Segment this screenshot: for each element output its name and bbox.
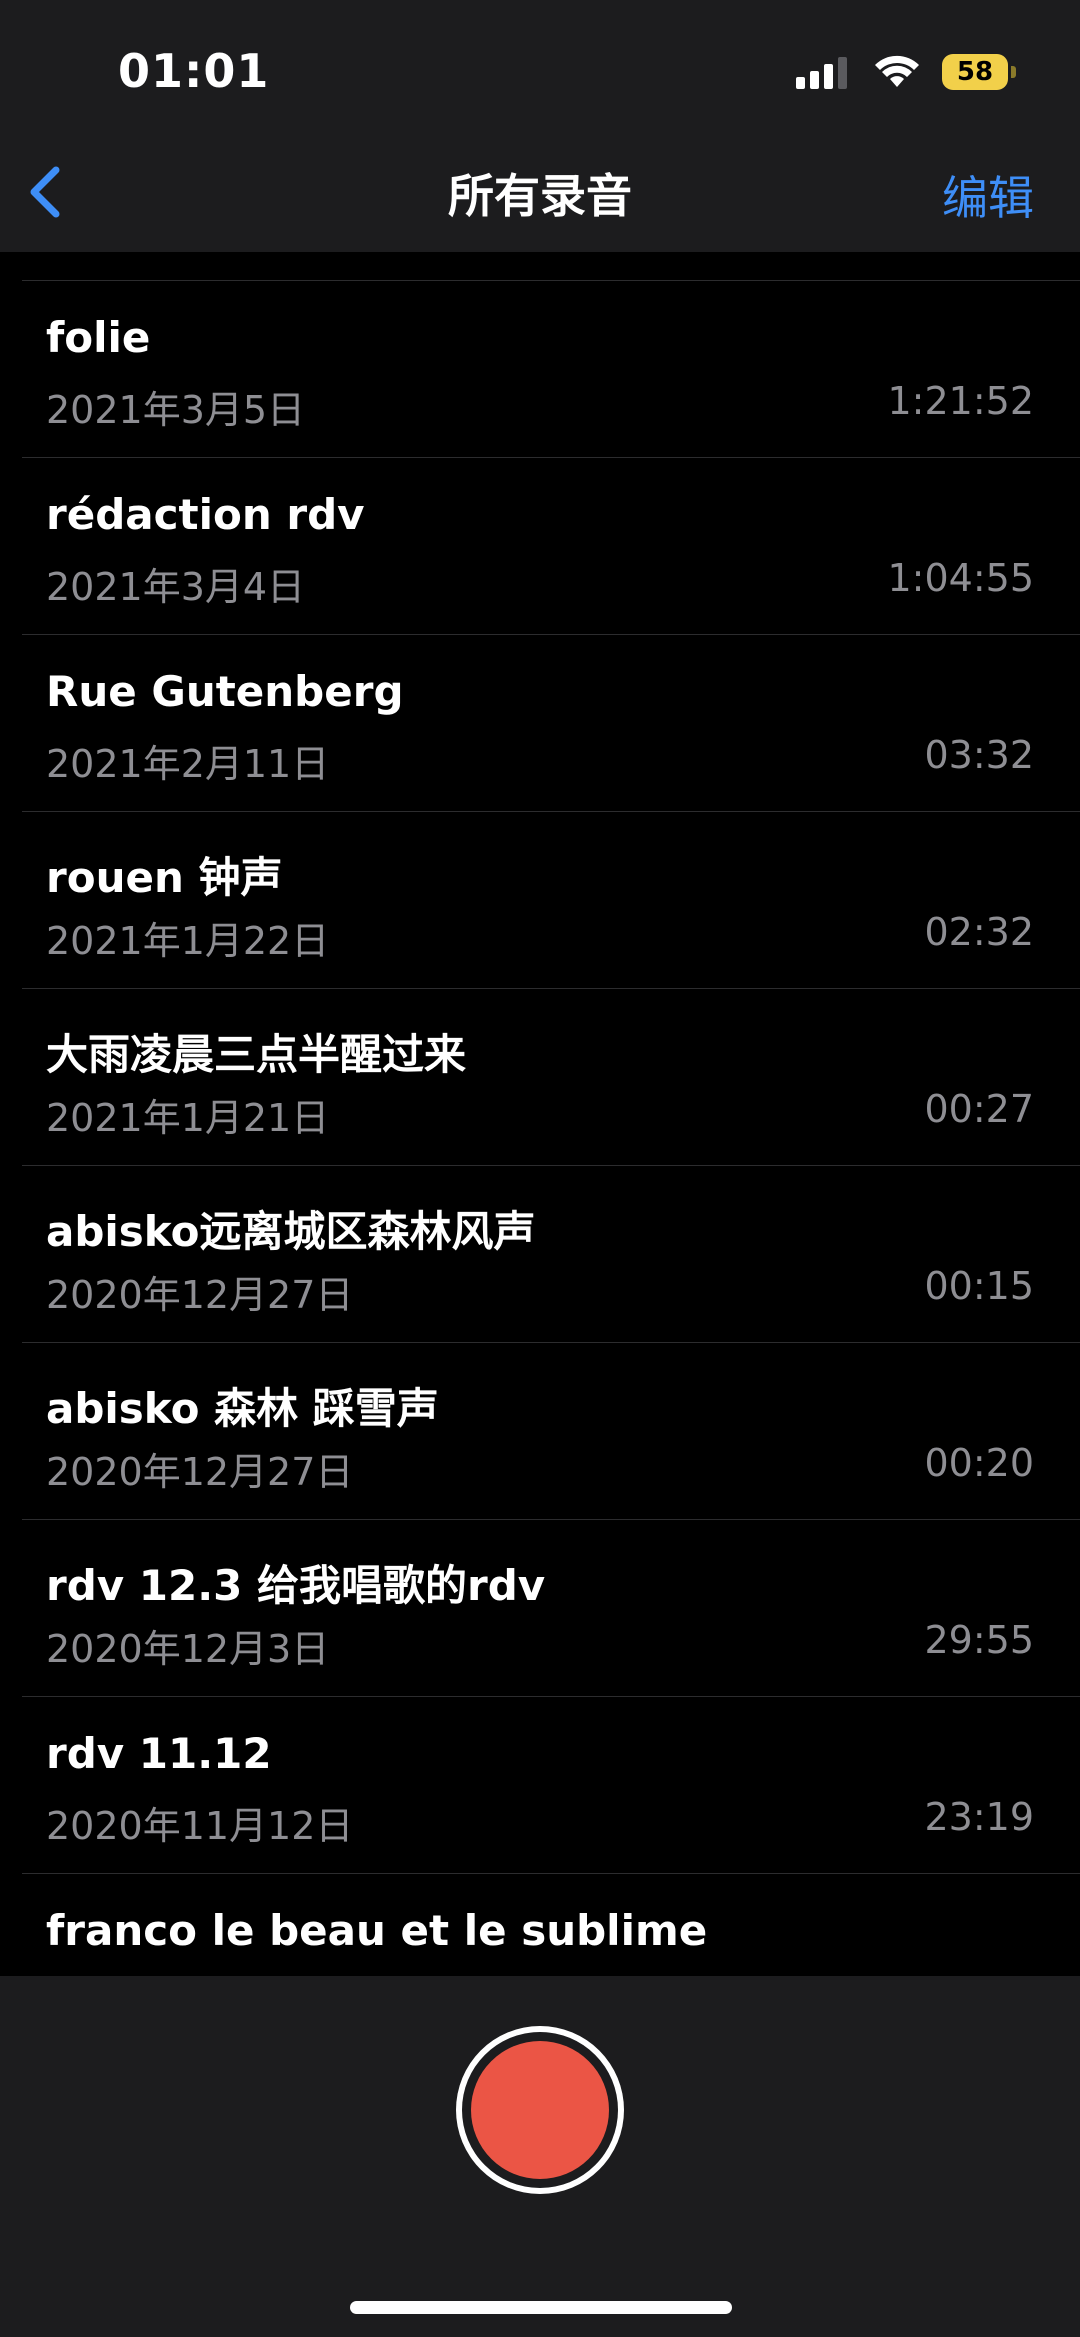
- wifi-icon: [875, 55, 919, 87]
- recording-duration: 1:21:52: [887, 379, 1035, 423]
- status-icons: 58: [796, 50, 1016, 94]
- recording-date: 2020年12月27日: [46, 1450, 354, 1494]
- recording-row[interactable]: abisko 森林 踩雪声 2020年12月27日 00:20: [22, 1343, 1080, 1520]
- recordings-list[interactable]: folie 2021年3月5日 1:21:52 rédaction rdv 20…: [0, 252, 1080, 1976]
- recording-date: 2021年3月4日: [46, 565, 306, 609]
- recording-row[interactable]: 大雨凌晨三点半醒过来 2021年1月21日 00:27: [22, 989, 1080, 1166]
- recording-title: Rue Gutenberg: [46, 667, 404, 716]
- recording-date: 2020年12月3日: [46, 1627, 330, 1671]
- recording-title: franco le beau et le sublime: [46, 1906, 708, 1955]
- recording-duration: 00:20: [924, 1441, 1034, 1485]
- signal-icon: [796, 55, 852, 89]
- recording-row[interactable]: rdv 11.12 2020年11月12日 23:19: [22, 1697, 1080, 1874]
- page-title: 所有录音: [448, 169, 632, 223]
- recordings-rows: folie 2021年3月5日 1:21:52 rédaction rdv 20…: [0, 281, 1080, 1976]
- recording-row[interactable]: franco le beau et le sublime: [22, 1874, 1080, 1976]
- recording-row[interactable]: Rue Gutenberg 2021年2月11日 03:32: [22, 635, 1080, 812]
- recording-duration: 02:32: [924, 910, 1034, 954]
- recording-duration: 00:27: [924, 1087, 1034, 1131]
- battery-icon: 58: [942, 54, 1016, 90]
- recording-date: 2020年11月12日: [46, 1804, 354, 1848]
- home-indicator[interactable]: [350, 2301, 732, 2314]
- recording-title: rdv 11.12: [46, 1729, 272, 1778]
- recording-title: abisko 森林 踩雪声: [46, 1384, 439, 1433]
- top-bar: 01:01 58 所有录音 编辑: [0, 0, 1080, 252]
- recording-duration: 00:15: [924, 1264, 1034, 1308]
- battery-level: 58: [956, 57, 994, 87]
- recording-date: 2021年1月21日: [46, 1096, 330, 1140]
- recording-date: 2021年2月11日: [46, 742, 330, 786]
- recording-duration: 03:32: [924, 733, 1034, 777]
- status-time: 01:01: [118, 44, 270, 98]
- recording-date: 2020年12月27日: [46, 1273, 354, 1317]
- recording-row[interactable]: abisko远离城区森林风声 2020年12月27日 00:15: [22, 1166, 1080, 1343]
- recording-row[interactable]: rdv 12.3 给我唱歌的rdv 2020年12月3日 29:55: [22, 1520, 1080, 1697]
- recording-date: 2021年1月22日: [46, 919, 330, 963]
- record-icon: [471, 2041, 609, 2179]
- recording-title: rdv 12.3 给我唱歌的rdv: [46, 1561, 546, 1610]
- recording-title: rouen 钟声: [46, 853, 283, 902]
- recording-duration: 29:55: [924, 1618, 1034, 1662]
- recording-row[interactable]: folie 2021年3月5日 1:21:52: [22, 281, 1080, 458]
- recording-duration: 1:04:55: [887, 556, 1035, 600]
- recording-title: rédaction rdv: [46, 490, 365, 539]
- recording-title: abisko远离城区森林风声: [46, 1207, 536, 1256]
- battery-cap: [1011, 66, 1016, 78]
- recording-date: 2021年3月5日: [46, 388, 306, 432]
- recording-row[interactable]: rédaction rdv 2021年3月4日 1:04:55: [22, 458, 1080, 635]
- edit-button[interactable]: 编辑: [942, 162, 1034, 228]
- recording-duration: 23:19: [924, 1795, 1034, 1839]
- recording-row[interactable]: rouen 钟声 2021年1月22日 02:32: [22, 812, 1080, 989]
- recording-title: 大雨凌晨三点半醒过来: [46, 1030, 467, 1079]
- record-button[interactable]: [456, 2026, 624, 2194]
- recording-title: folie: [46, 313, 151, 362]
- bottom-bar: [0, 1976, 1080, 2337]
